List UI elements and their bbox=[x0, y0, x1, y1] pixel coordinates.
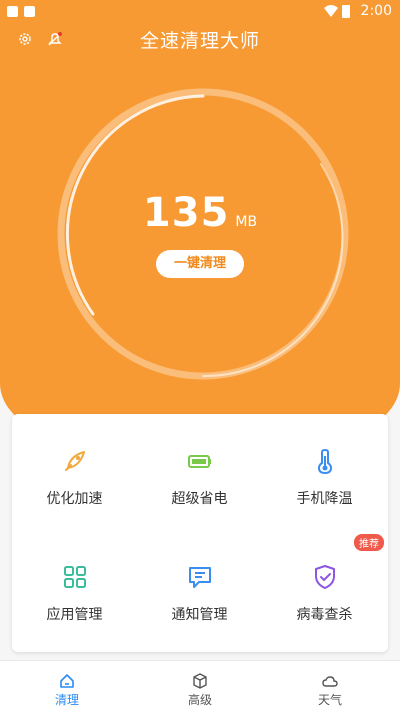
thermometer-icon bbox=[317, 448, 333, 474]
feature-label: 病毒查杀 bbox=[296, 607, 353, 623]
junk-size-readout: 135 MB bbox=[0, 190, 400, 236]
shield-icon bbox=[315, 565, 335, 589]
home-icon bbox=[60, 674, 74, 688]
feature-label: 超级省电 bbox=[171, 491, 228, 507]
feature-virus-scan[interactable]: 病毒查杀 bbox=[262, 564, 387, 664]
tab-label: 高级 bbox=[187, 693, 212, 707]
one-click-clean-button[interactable]: 一键清理 bbox=[156, 250, 244, 278]
rocket-icon bbox=[65, 451, 85, 471]
app-title: 全速清理大师 bbox=[139, 30, 260, 52]
status-bar: 2:00 bbox=[0, 0, 400, 24]
battery-icon bbox=[188, 455, 211, 468]
grid-icon bbox=[64, 566, 86, 588]
wifi-icon bbox=[324, 5, 338, 17]
recommend-badge: 推荐 bbox=[354, 534, 384, 551]
feature-label: 应用管理 bbox=[46, 607, 103, 623]
tab-label: 天气 bbox=[317, 693, 342, 707]
tab-advanced[interactable]: 高级 bbox=[170, 673, 230, 708]
junk-size-unit: MB bbox=[235, 214, 258, 230]
feature-app-manager[interactable]: 应用管理 bbox=[12, 564, 137, 664]
feature-cool-down[interactable]: 手机降温 bbox=[262, 448, 387, 548]
junk-size-value: 135 bbox=[142, 190, 230, 236]
feature-label: 优化加速 bbox=[46, 491, 103, 507]
notification-icon bbox=[7, 6, 18, 17]
feature-card: 优化加速 超级省电 手机降温 推荐 应用管理 通知管理 病毒查杀 bbox=[12, 414, 388, 652]
notification-icon bbox=[24, 6, 35, 17]
box-icon bbox=[193, 673, 207, 689]
feature-optimize-speed[interactable]: 优化加速 bbox=[12, 448, 137, 548]
weather-icon bbox=[322, 676, 338, 687]
feature-notification-manager[interactable]: 通知管理 bbox=[137, 564, 262, 664]
message-icon bbox=[189, 567, 211, 588]
battery-status-icon bbox=[342, 5, 350, 18]
tab-label: 清理 bbox=[54, 693, 79, 707]
feature-label: 通知管理 bbox=[171, 607, 228, 623]
tab-clean[interactable]: 清理 bbox=[37, 673, 97, 708]
tab-weather[interactable]: 天气 bbox=[300, 673, 360, 708]
status-time: 2:00 bbox=[360, 3, 392, 19]
feature-power-saving[interactable]: 超级省电 bbox=[137, 448, 262, 548]
bottom-tab-bar: 清理 高级 天气 bbox=[0, 660, 400, 711]
feature-label: 手机降温 bbox=[296, 491, 353, 507]
